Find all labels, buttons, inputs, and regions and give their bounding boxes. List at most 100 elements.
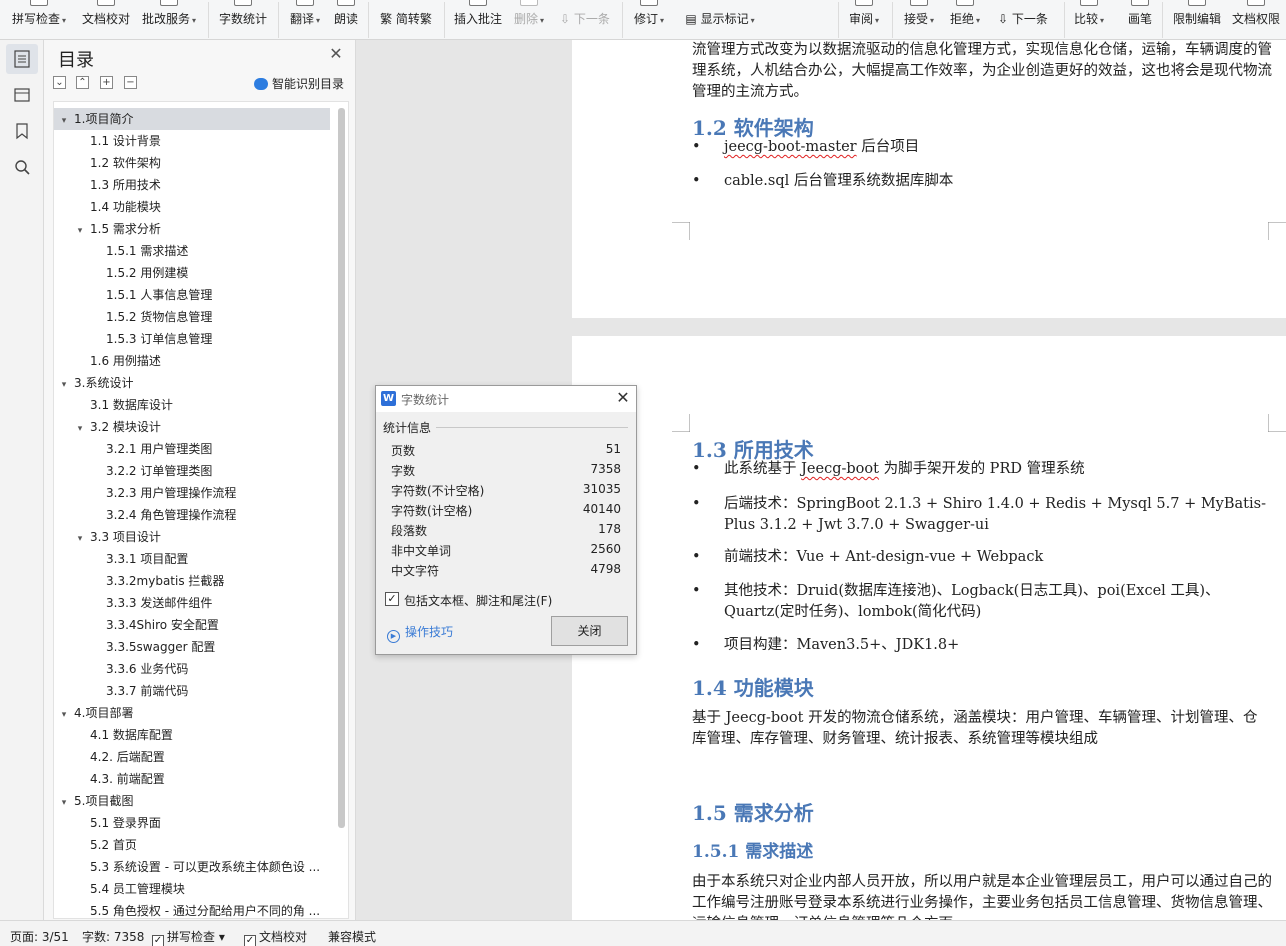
toc-item[interactable]: ▾ 1.5 需求分析 [54, 218, 330, 240]
toc-item-label: 5.1 登录界面 [90, 816, 161, 830]
include-textbox-checkbox[interactable]: ✓ [385, 592, 399, 606]
add-heading-icon[interactable]: + [100, 76, 113, 89]
expand-up-icon[interactable]: ⌃ [76, 76, 89, 89]
toc-item-label: 3.3.4Shiro 安全配置 [106, 618, 219, 632]
chevron-down-icon[interactable]: ▾ [58, 374, 70, 394]
doc-proof-toggle[interactable]: ✓ 文档校对 [244, 928, 307, 946]
toc-item-label: 4.项目部署 [74, 706, 134, 720]
toc-scrollbar[interactable] [338, 108, 345, 828]
page-indicator[interactable]: 页面: 3/51 [10, 928, 69, 945]
chevron-down-icon[interactable]: ▾ [58, 704, 70, 724]
insert-comment-button[interactable]: 插入批注 [450, 0, 506, 40]
bookmark-toggle[interactable] [6, 116, 38, 146]
doc-permission-button[interactable]: 文档权限 [1228, 0, 1284, 40]
toc-item[interactable]: 1.4 功能模块 [54, 196, 330, 218]
crop-mark [1268, 222, 1286, 240]
toc-item[interactable]: 1.1 设计背景 [54, 130, 330, 152]
chevron-down-icon[interactable]: ▾ [58, 110, 70, 130]
spellcheck-button[interactable]: 拼写检查 ▾ [6, 0, 72, 40]
chevron-down-icon[interactable]: ▾ [74, 528, 86, 548]
next-change-button[interactable]: ⇩ 下一条 [992, 0, 1054, 40]
toc-item[interactable]: 3.1 数据库设计 [54, 394, 330, 416]
toc-item[interactable]: 3.3.5swagger 配置 [54, 636, 330, 658]
chevron-down-icon[interactable]: ▾ [58, 792, 70, 812]
spellcheck-toggle[interactable]: ✓ 拼写检查 ▾ [152, 928, 225, 946]
read-aloud-button[interactable]: 朗读 [330, 0, 362, 40]
toc-item[interactable]: ▾ 5.项目截图 [54, 790, 330, 812]
reject-button[interactable]: 拒绝 ▾ [944, 0, 986, 40]
translate-button[interactable]: 翻译 ▾ [284, 0, 326, 40]
toc-item[interactable]: 5.4 员工管理模块 [54, 878, 330, 900]
toc-item[interactable]: 1.5.1 需求描述 [54, 240, 330, 262]
toc-item[interactable]: ▾ 1.项目简介 [54, 108, 330, 130]
close-icon[interactable]: ✕ [328, 46, 344, 62]
toc-item[interactable]: 4.2. 后端配置 [54, 746, 330, 768]
toc-item[interactable]: ▾ 4.项目部署 [54, 702, 330, 724]
find-toggle[interactable] [6, 152, 38, 182]
close-icon[interactable]: ✕ [614, 389, 632, 407]
toc-item[interactable]: 3.2.1 用户管理类图 [54, 438, 330, 460]
review-icon [855, 0, 873, 6]
delete-comment-button[interactable]: 删除 ▾ [510, 0, 548, 40]
toc-item-label: 1.4 功能模块 [90, 200, 161, 214]
annotation-service-button[interactable]: 批改服务 ▾ [138, 0, 200, 40]
stat-label: 字符数(不计空格) [391, 484, 485, 498]
toc-item[interactable]: 1.6 用例描述 [54, 350, 330, 372]
toc-item[interactable]: 3.2.2 订单管理类图 [54, 460, 330, 482]
toc-item[interactable]: 3.3.1 项目配置 [54, 548, 330, 570]
trad-simp-convert-button[interactable]: 繁 简转繁 [374, 0, 438, 40]
toc-item[interactable]: ▾ 3.3 项目设计 [54, 526, 330, 548]
chapter-nav-toggle[interactable] [6, 80, 38, 110]
toc-item[interactable]: 1.2 软件架构 [54, 152, 330, 174]
toc-item[interactable]: ▾ 3.系统设计 [54, 372, 330, 394]
toc-item[interactable]: 3.3.6 业务代码 [54, 658, 330, 680]
toc-item[interactable]: 3.3.2mybatis 拦截器 [54, 570, 330, 592]
toc-panel-toggle[interactable] [6, 44, 38, 74]
toc-item[interactable]: 1.5.2 用例建模 [54, 262, 330, 284]
toc-item[interactable]: 5.3 系统设置 - 可以更改系统主体颜色设 ... [54, 856, 330, 878]
chevron-down-icon[interactable]: ▾ [74, 418, 86, 438]
toc-item[interactable]: 5.2 首页 [54, 834, 330, 856]
compare-button[interactable]: 比较 ▾ [1070, 0, 1108, 40]
toc-item-label: 3.3.5swagger 配置 [106, 640, 216, 654]
toc-item[interactable]: 3.2.3 用户管理操作流程 [54, 482, 330, 504]
next-comment-button[interactable]: ⇩ 下一条 [554, 0, 616, 40]
smart-toc-button[interactable]: 智能识别目录 [254, 75, 344, 92]
toc-item-label: 3.3.6 业务代码 [106, 662, 189, 676]
restrict-edit-button[interactable]: 限制编辑 [1168, 0, 1226, 40]
toc-item[interactable]: 5.5 角色授权 - 通过分配给用户不同的角 ... [54, 900, 330, 918]
toc-item[interactable]: 1.5.2 货物信息管理 [54, 306, 330, 328]
tips-link[interactable]: ▶ 操作技巧 [387, 623, 453, 643]
collapse-all-icon[interactable]: ⌄ [53, 76, 66, 89]
toc-item[interactable]: 1.5.3 订单信息管理 [54, 328, 330, 350]
toc-item[interactable]: 3.2.4 角色管理操作流程 [54, 504, 330, 526]
toc-item[interactable]: 1.3 所用技术 [54, 174, 330, 196]
review-button[interactable]: 审阅 ▾ [844, 0, 884, 40]
doc-proof-button[interactable]: 文档校对 [78, 0, 134, 40]
remove-heading-icon[interactable]: − [124, 76, 137, 89]
track-changes-button[interactable]: 修订 ▾ [628, 0, 670, 40]
close-button[interactable]: 关闭 [551, 616, 628, 646]
toc-item-label: 3.2.4 角色管理操作流程 [106, 508, 237, 522]
toc-item-label: 1.5.1 需求描述 [106, 244, 189, 258]
chevron-down-icon[interactable]: ▾ [74, 220, 86, 240]
toc-item[interactable]: 3.3.7 前端代码 [54, 680, 330, 702]
dialog-titlebar[interactable]: W 字数统计 ✕ [376, 386, 636, 412]
toc-item-label: 3.2 模块设计 [90, 420, 161, 434]
toc-item[interactable]: 4.3. 前端配置 [54, 768, 330, 790]
toc-item-label: 1.5.2 用例建模 [106, 266, 189, 280]
wps-writer-icon: W [381, 391, 396, 406]
toc-item[interactable]: ▾ 3.2 模块设计 [54, 416, 330, 438]
pen-button[interactable]: 画笔 [1122, 0, 1158, 40]
toc-item[interactable]: 4.1 数据库配置 [54, 724, 330, 746]
word-count-button[interactable]: 字数统计 [214, 0, 272, 40]
toc-item[interactable]: 5.1 登录界面 [54, 812, 330, 834]
toc-item[interactable]: 3.3.4Shiro 安全配置 [54, 614, 330, 636]
toc-item[interactable]: 3.3.3 发送邮件组件 [54, 592, 330, 614]
toc-item[interactable]: 1.5.1 人事信息管理 [54, 284, 330, 306]
word-count-indicator[interactable]: 字数: 7358 [82, 928, 144, 945]
accept-button[interactable]: 接受 ▾ [898, 0, 940, 40]
show-markup-button[interactable]: ▤ 显示标记 ▾ [678, 0, 762, 40]
include-textbox-label[interactable]: 包括文本框、脚注和尾注(F) [404, 592, 552, 609]
translate-icon [296, 0, 314, 6]
